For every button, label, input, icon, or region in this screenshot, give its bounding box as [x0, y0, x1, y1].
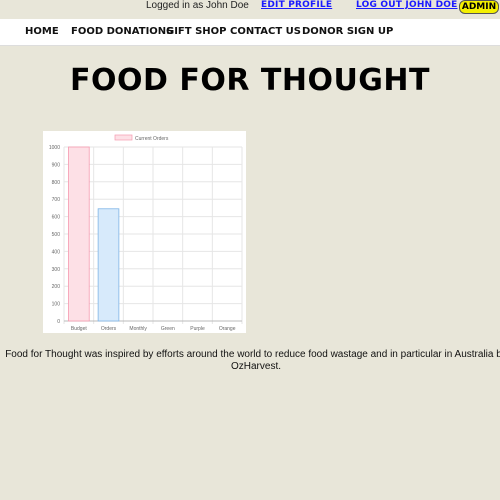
- nav-home[interactable]: HOME: [25, 26, 59, 37]
- edit-profile-link[interactable]: EDIT PROFILE: [261, 0, 332, 11]
- top-bar: Logged in as John Doe EDIT PROFILE LOG O…: [0, 0, 500, 16]
- y-tick-label: 400: [52, 249, 61, 255]
- nav-contact-us[interactable]: CONTACT US: [230, 26, 301, 37]
- nav-food-donations[interactable]: FOOD DONATIONS: [71, 26, 173, 37]
- y-tick-label: 300: [52, 267, 61, 273]
- legend-swatch: [114, 134, 133, 141]
- bar-orders: [97, 208, 120, 322]
- nav-gift-shop[interactable]: GIFT SHOP: [166, 26, 226, 37]
- x-tick-label: Orange: [219, 326, 236, 332]
- y-tick-label: 700: [52, 197, 61, 203]
- logout-link[interactable]: LOG OUT JOHN DOE: [356, 0, 457, 11]
- y-tick-label: 900: [52, 162, 61, 168]
- y-tick-label: 600: [52, 215, 61, 221]
- bar-budget: [68, 146, 90, 322]
- admin-button[interactable]: ADMIN: [459, 0, 499, 14]
- x-tick-label: Monthly: [129, 326, 147, 332]
- page-title: FOOD FOR THOUGHT: [69, 63, 431, 98]
- x-tick-label: Orders: [101, 326, 117, 332]
- y-tick-label: 100: [52, 302, 61, 308]
- y-tick-label: 200: [52, 284, 61, 290]
- y-tick-label: 0: [57, 319, 60, 325]
- y-tick-label: 1000: [49, 145, 60, 151]
- x-tick-label: Purple: [190, 326, 205, 332]
- main-nav: HOME FOOD DONATIONS GIFT SHOP CONTACT US…: [0, 19, 500, 46]
- y-tick-label: 800: [52, 180, 61, 186]
- legend-label: Current Orders: [135, 136, 169, 142]
- y-tick-label: 500: [52, 232, 61, 238]
- logged-in-text: Logged in as John Doe: [146, 0, 249, 11]
- chart-svg: 0 100 200 300 400 500 600 700 800 900 1000 Budget Or…: [49, 134, 243, 332]
- x-tick-label: Green: [161, 326, 175, 332]
- nav-donor-sign-up[interactable]: DONOR SIGN UP: [302, 26, 393, 37]
- orders-chart: 0 100 200 300 400 500 600 700 800 900 1000 Budget Or…: [43, 131, 246, 333]
- description-text: Food for Thought was inspired by efforts…: [5, 349, 500, 372]
- x-tick-label: Budget: [71, 326, 87, 332]
